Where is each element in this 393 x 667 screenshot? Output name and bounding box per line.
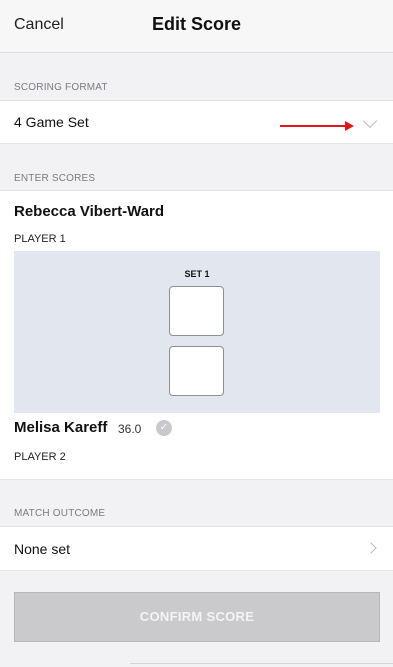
bottom-divider	[130, 663, 393, 664]
scoring-format-value: 4 Game Set	[14, 114, 89, 130]
chevron-right-icon	[365, 542, 377, 554]
player2-name: Melisa Kareff	[14, 419, 108, 436]
player1-name: Rebecca Vibert-Ward	[14, 203, 165, 220]
confirm-score-button[interactable]: CONFIRM SCORE	[14, 592, 380, 642]
player2-label: PLAYER 2	[14, 451, 66, 463]
chevron-down-icon	[362, 113, 378, 129]
set-score-panel: SET 1	[14, 251, 380, 413]
set-label: SET 1	[184, 269, 210, 279]
annotation-arrow-head	[345, 121, 354, 131]
match-outcome-value: None set	[14, 541, 71, 557]
match-outcome-section-label: MATCH OUTCOME	[14, 508, 106, 519]
annotation-arrow	[280, 125, 348, 127]
player1-score-input[interactable]	[169, 286, 224, 336]
scoring-format-section-label: SCORING FORMAT	[14, 82, 108, 93]
scoring-format-select[interactable]: 4 Game Set	[0, 100, 393, 144]
player1-label: PLAYER 1	[14, 233, 66, 245]
enter-scores-section-label: ENTER SCORES	[14, 173, 96, 184]
player2-score-input[interactable]	[169, 346, 224, 396]
match-outcome-select[interactable]: None set	[0, 526, 393, 571]
verified-badge-icon: ✓	[156, 420, 172, 436]
page-title: Edit Score	[151, 14, 242, 34]
player2-rating: 36.0	[118, 422, 142, 436]
header: Cancel Edit Score	[0, 0, 393, 53]
scores-block: Rebecca Vibert-Ward PLAYER 1 SET 1 Melis…	[0, 190, 393, 480]
